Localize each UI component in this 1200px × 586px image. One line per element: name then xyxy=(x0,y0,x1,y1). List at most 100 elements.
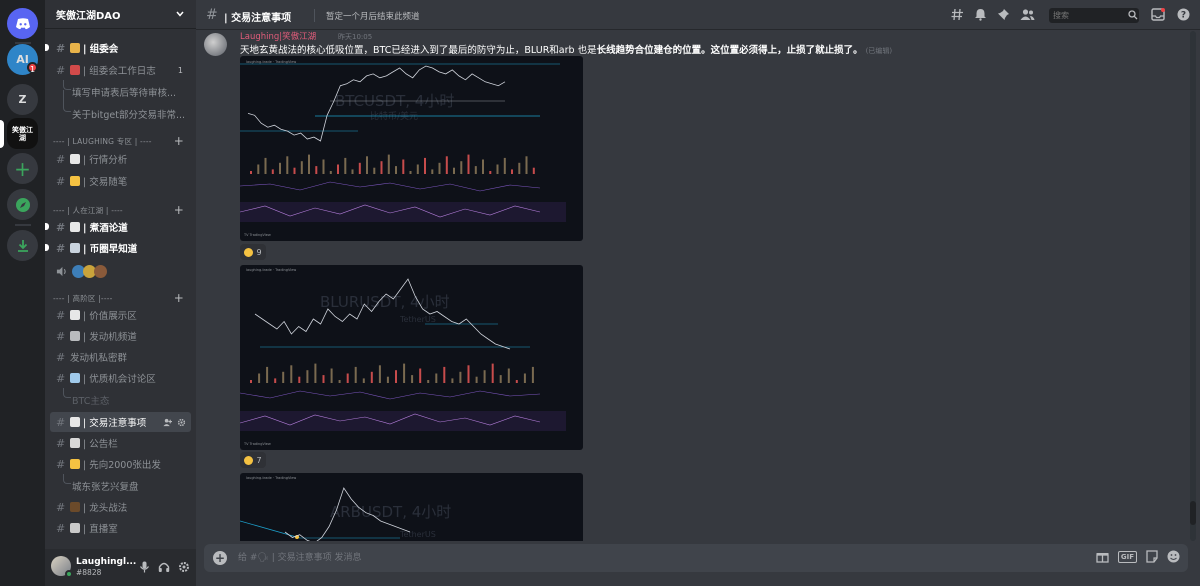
author-avatar[interactable] xyxy=(204,33,227,56)
category-jianghu[interactable]: ---- | 人在江湖 | ---- + xyxy=(47,203,192,217)
inbox-icon[interactable] xyxy=(1151,8,1165,21)
volume-bar xyxy=(274,378,277,383)
volume-bar xyxy=(496,164,499,174)
threads-icon[interactable] xyxy=(951,8,964,21)
volume-bar xyxy=(459,371,462,383)
scrollbar-track[interactable] xyxy=(1190,31,1196,541)
channel-leader-tactics[interactable]: # | 龙头战法 xyxy=(50,497,191,517)
thread-city-east[interactable]: 城东张艺兴复盘 xyxy=(72,479,139,493)
thread-btc[interactable]: BTC主态 xyxy=(72,393,109,407)
gif-button[interactable]: GIF xyxy=(1117,550,1137,563)
message-text-plain: 天地玄黄战法的核心低吸位置，BTC已经进入到了最后的防守为止，BLUR和arb … xyxy=(240,45,597,56)
volume-bar xyxy=(370,371,373,383)
volume-bar xyxy=(362,378,365,383)
bell-icon[interactable] xyxy=(974,8,987,21)
server-z[interactable]: Z xyxy=(7,84,38,115)
volume-bar xyxy=(337,164,339,174)
scrollbar-thumb[interactable] xyxy=(1190,501,1196,525)
author-name[interactable]: Laughing|笑傲江湖 xyxy=(240,31,316,42)
server-xiaoao[interactable]: 笑傲江湖 xyxy=(7,118,38,149)
download-apps-button[interactable] xyxy=(7,230,38,261)
channel-title: | 交易注意事项 xyxy=(224,13,292,24)
gear-icon[interactable] xyxy=(177,418,186,427)
sticker-icon[interactable] xyxy=(1146,550,1158,563)
chart-watermark-sub: TetherUS xyxy=(399,530,436,539)
volume-bar xyxy=(395,166,397,174)
member-list-icon[interactable] xyxy=(1020,8,1035,21)
channel-announcement[interactable]: # | 公告栏 xyxy=(50,433,191,453)
channel-engine-private[interactable]: # 发动机私密群 xyxy=(50,347,191,367)
message-timestamp: 昨天10:05 xyxy=(338,33,373,41)
channel-live-room[interactable]: # | 直播室 xyxy=(50,518,191,538)
channel-zuweihui[interactable]: # | 组委会 xyxy=(50,38,191,58)
emoji-icon[interactable] xyxy=(1167,550,1180,563)
reaction-face[interactable]: 7 xyxy=(240,452,266,468)
blur-chart-svg: laughing-trade · TradingView BLURUSDT, 4… xyxy=(240,268,566,446)
help-icon[interactable]: ? xyxy=(1177,8,1190,21)
writing-hand-emoji-icon xyxy=(70,176,80,186)
btc-volume-bars xyxy=(250,154,535,174)
explore-servers-button[interactable] xyxy=(7,189,38,220)
create-channel-icon[interactable]: + xyxy=(174,291,184,305)
server-z-label: Z xyxy=(18,93,27,106)
chart-image-btc[interactable]: laughing-trade · TradingView BTCUSDT, 4小… xyxy=(240,56,583,241)
voice-user-avatar[interactable] xyxy=(94,264,107,278)
message-scrollbar[interactable] xyxy=(1189,31,1197,541)
invite-user-icon[interactable] xyxy=(163,418,172,427)
chart-image-arb[interactable]: laughing-trade · TradingView ARBUSDT, 4小… xyxy=(240,473,583,541)
category-laughing[interactable]: ---- | LAUGHING 专区 | ---- + xyxy=(47,134,192,148)
volume-bar xyxy=(453,167,455,174)
server-header[interactable]: 笑傲江湖DAO xyxy=(45,0,196,29)
volume-bar xyxy=(373,167,376,174)
unread-indicator xyxy=(45,244,49,251)
username[interactable]: Laughingl... xyxy=(76,557,136,567)
channel-trading-notice-active[interactable]: # | 交易注意事项 xyxy=(50,412,191,432)
create-channel-icon[interactable]: + xyxy=(174,203,184,217)
volume-bar xyxy=(518,162,521,174)
volume-bar xyxy=(511,169,513,174)
chevron-down-icon xyxy=(176,11,184,17)
pin-icon[interactable] xyxy=(997,8,1010,21)
channel-zuweihui-log[interactable]: # | 组委会工作日志 1 xyxy=(50,60,191,80)
channel-quality-chance[interactable]: # | 优质机会讨论区 xyxy=(50,368,191,388)
thread-connector xyxy=(63,80,71,90)
unread-indicator xyxy=(45,223,49,230)
volume-bar xyxy=(409,171,412,174)
volume-bar xyxy=(250,171,252,174)
channel-value-showcase[interactable]: # | 价值展示区 xyxy=(50,305,191,325)
channel-market-analysis[interactable]: # | 行情分析 xyxy=(50,149,191,169)
add-server-button[interactable]: + xyxy=(7,153,38,184)
reaction-muscle[interactable]: 9 xyxy=(240,244,266,260)
channel-bi-news[interactable]: # | 币圈早知道 xyxy=(50,238,191,258)
category-gaojie[interactable]: ---- | 高阶区 |---- + xyxy=(47,291,192,305)
user-controls xyxy=(139,561,190,573)
text-channel-icon: # xyxy=(56,371,66,385)
thread-bitget[interactable]: 关于bitget部分交易非常... xyxy=(72,107,185,121)
message-input[interactable] xyxy=(238,550,838,566)
voice-channel[interactable] xyxy=(50,260,191,282)
create-channel-icon[interactable]: + xyxy=(174,134,184,148)
channel-engine[interactable]: # | 发动机频道 xyxy=(50,326,191,346)
channel-toward-2000[interactable]: # | 先向2000张出发 xyxy=(50,454,191,474)
channel-topic[interactable]: 暂定一个月后结束此频道 xyxy=(326,10,420,22)
headphones-icon[interactable] xyxy=(158,561,170,573)
channel-trade-notes[interactable]: # | 交易随笔 xyxy=(50,171,191,191)
user-settings-gear-icon[interactable] xyxy=(178,561,190,573)
message: Laughing|笑傲江湖 昨天10:05 天地玄黄战法的核心低吸位置，BTC已… xyxy=(196,31,1176,541)
channel-zhujiu[interactable]: # | 煮酒论道 xyxy=(50,217,191,237)
macd-line xyxy=(240,181,541,192)
microphone-icon[interactable] xyxy=(139,561,150,573)
search-input[interactable] xyxy=(1049,8,1139,23)
discord-home-button[interactable] xyxy=(7,8,38,39)
gift-icon[interactable] xyxy=(1096,550,1109,563)
volume-bar xyxy=(489,171,492,174)
volume-bar xyxy=(483,370,486,383)
speaking-head-emoji-icon xyxy=(70,417,80,427)
attach-plus-button[interactable]: + xyxy=(213,551,227,565)
thread-apply-review[interactable]: 填写申请表后等待审核... xyxy=(72,85,176,99)
rsi-panel xyxy=(240,411,566,431)
composer-tools: GIF xyxy=(1096,550,1180,563)
volume-bar xyxy=(475,376,478,383)
channel-label: | 煮酒论道 xyxy=(83,223,128,234)
chart-image-blur[interactable]: laughing-trade · TradingView BLURUSDT, 4… xyxy=(240,265,583,450)
